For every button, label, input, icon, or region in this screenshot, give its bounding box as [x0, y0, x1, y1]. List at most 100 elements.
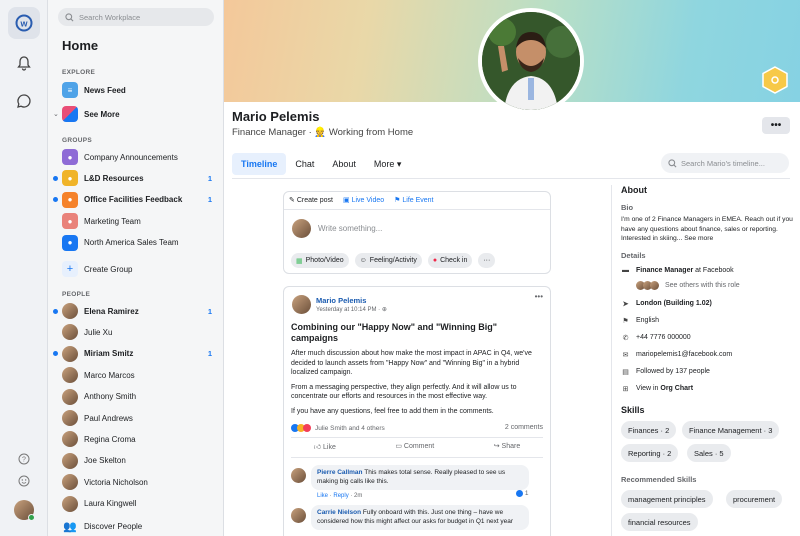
sidebar-item-person[interactable]: Miriam Smitz 1: [48, 344, 223, 364]
sidebar-item-person[interactable]: Julie Xu: [48, 322, 223, 342]
sidebar-item-group[interactable]: ● North America Sales Team: [48, 233, 223, 253]
unread-dot: [53, 175, 58, 181]
unread-dot: [53, 197, 58, 203]
like-reaction-icon: [516, 490, 523, 497]
help-button[interactable]: ?: [8, 448, 40, 470]
recommended-skill-chip[interactable]: financial resources: [621, 513, 698, 531]
sidebar-item-label: Victoria Nicholson: [84, 477, 148, 487]
post-card: Mario Pelemis Yesterday at 10:14 PM · ⊕ …: [283, 286, 551, 536]
feeling-activity-button[interactable]: ☺ Feeling/Activity: [354, 253, 422, 268]
sidebar-item-label: Marco Marcos: [84, 370, 135, 380]
tab-more[interactable]: More ▾: [365, 153, 411, 175]
comment-avatar[interactable]: [291, 468, 306, 483]
post-menu-button[interactable]: •••: [535, 292, 543, 301]
profile-photo[interactable]: [478, 8, 584, 114]
comment-author[interactable]: Carrie Nielson: [317, 509, 361, 516]
sidebar-item-person[interactable]: Anthony Smith: [48, 387, 223, 407]
skill-chip[interactable]: Sales · 5: [687, 444, 731, 462]
check-in-button[interactable]: ● Check in: [427, 253, 473, 268]
comment-like-link[interactable]: Like: [317, 493, 328, 499]
sidebar-item-label: Anthony Smith: [84, 392, 137, 402]
comment-reply-link[interactable]: Reply: [333, 493, 348, 499]
group-icon: ●: [62, 149, 78, 165]
job-company: at Facebook: [693, 267, 734, 274]
feedback-button[interactable]: [8, 470, 40, 492]
sidebar-item-person[interactable]: Laura Kingwell: [48, 494, 223, 514]
email-text[interactable]: mariopelemis1@facebook.com: [636, 351, 732, 358]
comment-button[interactable]: ▭ Comment: [395, 442, 434, 451]
share-icon: ↪: [493, 443, 502, 450]
workplace-logo-button[interactable]: w: [8, 7, 40, 39]
admin-badge-icon: [762, 66, 788, 94]
life-event-button[interactable]: ⚑ Life Event: [394, 196, 433, 204]
unread-dot: [53, 308, 58, 314]
comment-avatar[interactable]: [291, 508, 306, 523]
search-workplace-input[interactable]: Search Workplace: [58, 8, 214, 26]
sidebar-item-group[interactable]: ● Office Facilities Feedback 1: [48, 190, 223, 210]
sidebar-item-news-feed[interactable]: ≡ News Feed: [48, 80, 223, 100]
photo-video-button[interactable]: ▦ Photo/Video: [291, 253, 349, 268]
sidebar-item-person[interactable]: Joe Skelton: [48, 451, 223, 471]
user-avatar[interactable]: [14, 500, 35, 521]
sidebar-item-see-more[interactable]: ⌄ See More: [48, 104, 223, 124]
sidebar-item-group[interactable]: ● Marketing Team: [48, 211, 223, 231]
sidebar-item-group[interactable]: ● Company Announcements: [48, 147, 223, 167]
sidebar-item-person[interactable]: Regina Croma: [48, 429, 223, 449]
recommended-skill-chip[interactable]: management principles: [621, 490, 713, 508]
detail-others[interactable]: See others with this role: [636, 281, 740, 290]
like-label: Like: [323, 444, 336, 451]
create-post-button[interactable]: ✎ Create post: [289, 196, 333, 204]
profile-more-button[interactable]: •••: [762, 117, 790, 134]
comment-author[interactable]: Pierre Callman: [317, 469, 363, 476]
notifications-button[interactable]: [8, 47, 40, 79]
post-author-avatar[interactable]: [292, 295, 311, 314]
app-rail: w ?: [0, 0, 48, 536]
avatar: [62, 367, 78, 384]
avatar: [62, 410, 78, 426]
org-chart-link[interactable]: Org Chart: [660, 385, 693, 392]
skill-chip[interactable]: Finances · 2: [621, 421, 677, 439]
like-button[interactable]: 👍︎ Like: [314, 442, 336, 451]
composer-input[interactable]: Write something...: [318, 224, 382, 233]
life-event-label: Life Event: [402, 197, 434, 204]
coworker-avatars: [636, 281, 659, 290]
post-reactions[interactable]: Julie Smith and 4 others: [291, 424, 385, 432]
tab-about[interactable]: About: [323, 153, 365, 175]
sidebar-item-person[interactable]: Victoria Nicholson: [48, 472, 223, 492]
sidebar-item-person[interactable]: Paul Andrews: [48, 408, 223, 428]
avatar: [62, 303, 78, 319]
check-in-label: Check in: [440, 257, 468, 264]
photo-video-label: Photo/Video: [305, 257, 344, 264]
share-button[interactable]: ↪ Share: [494, 442, 521, 451]
recommended-skill-chip[interactable]: procurement: [726, 490, 783, 508]
sidebar-item-person[interactable]: Marco Marcos: [48, 365, 223, 385]
discover-people-button[interactable]: 👥 Discover People: [48, 516, 223, 536]
sidebar-item-person[interactable]: Elena Ramirez 1: [48, 301, 223, 321]
comments-count[interactable]: 2 comments: [505, 424, 543, 431]
live-video-button[interactable]: ▣ Live Video: [343, 196, 384, 204]
bio-text: I'm one of 2 Finance Managers in EMEA. R…: [621, 215, 793, 244]
sidebar-item-label: Miriam Smitz: [84, 349, 134, 359]
skill-chip[interactable]: Finance Management · 3: [682, 421, 780, 439]
avatar: [62, 431, 78, 448]
see-more-link[interactable]: See more: [682, 235, 713, 242]
unread-count: 1: [207, 195, 212, 205]
post-author[interactable]: Mario Pelemis: [316, 296, 366, 305]
tab-timeline[interactable]: Timeline: [232, 153, 287, 175]
org-prefix: View in: [636, 385, 661, 392]
tab-chat[interactable]: Chat: [286, 153, 323, 175]
timeline-search-input[interactable]: Search Mario's timeline...: [661, 153, 789, 173]
recommended-skills-heading: Recommended Skills: [621, 475, 697, 484]
bio-heading: Bio: [621, 203, 634, 212]
chat-button[interactable]: [8, 85, 40, 117]
composer-more-button[interactable]: ···: [478, 253, 496, 268]
followers-text[interactable]: Followed by 137 people: [636, 368, 710, 375]
sidebar-item-group[interactable]: ● L&D Resources 1: [48, 168, 223, 188]
skill-chip[interactable]: Reporting · 2: [621, 444, 679, 462]
phone-text[interactable]: +44 7776 000000: [636, 334, 691, 341]
group-icon: ●: [62, 170, 78, 187]
comment-reactions[interactable]: 1: [516, 490, 528, 497]
detail-org-chart[interactable]: ⊞ View in Org Chart: [621, 384, 694, 393]
create-group-button[interactable]: + Create Group: [48, 259, 223, 279]
unread-count: 1: [207, 306, 212, 316]
